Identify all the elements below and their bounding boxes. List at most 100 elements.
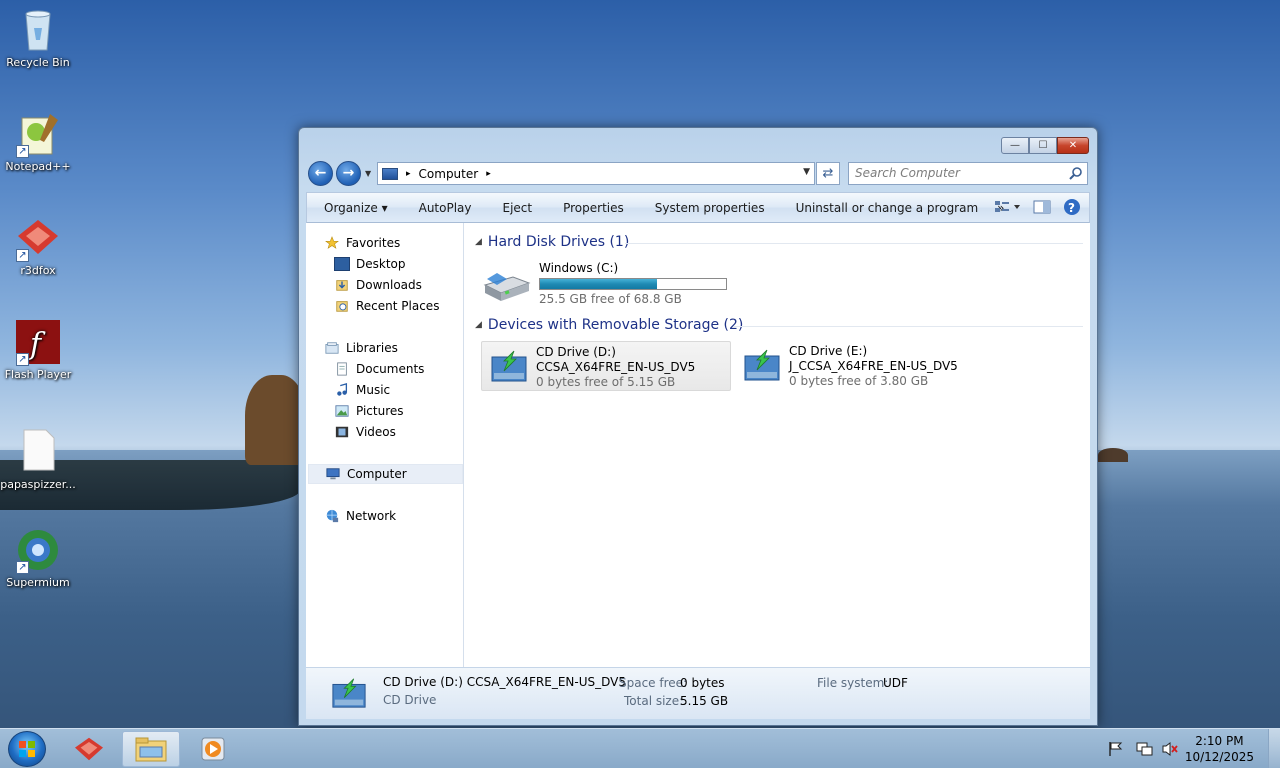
details-total-size: 5.15 GB — [680, 694, 729, 708]
taskbar-media-player[interactable] — [184, 731, 242, 767]
view-controls: ? — [995, 198, 1081, 216]
collapse-arrow-icon[interactable]: ◢ — [475, 237, 482, 247]
group-divider — [733, 326, 1083, 327]
star-icon — [325, 236, 339, 249]
help-icon[interactable]: ? — [1063, 198, 1081, 216]
drive-c-usage-fill — [540, 279, 658, 289]
recent-places-icon — [336, 301, 348, 312]
desktop-icon-papaspizzeria[interactable]: papaspizzer... — [0, 428, 76, 491]
videos-icon — [335, 426, 349, 438]
drive-e-details: CD Drive (E:) J_CCSA_X64FRE_EN-US_DV5 0 … — [789, 344, 958, 389]
system-properties-button[interactable]: System properties — [639, 201, 780, 215]
taskbar: 2:10 PM 10/12/2025 — [0, 728, 1280, 768]
group-header-removable[interactable]: ◢ Devices with Removable Storage (2) — [475, 317, 743, 333]
desktop-wallpaper-rock — [245, 375, 305, 465]
group-header-hdd-label: Hard Disk Drives (1) — [487, 234, 630, 250]
desktop-icon-label: r3dfox — [20, 264, 56, 277]
desktop-icon-label: Supermium — [6, 576, 70, 589]
content-area: ◢ Hard Disk Drives (1) Windows (C:) 25.5… — [465, 223, 1090, 667]
notepad-plus-plus-icon: ↗ — [14, 110, 62, 158]
details-space-free-label: Space free: — [619, 676, 688, 690]
shortcut-arrow-icon: ↗ — [16, 249, 29, 262]
shortcut-arrow-icon: ↗ — [16, 561, 29, 574]
drive-d-name: CD Drive (D:) — [536, 345, 616, 359]
taskbar-explorer[interactable] — [122, 731, 180, 767]
desktop-icon-supermium[interactable]: ↗ Supermium — [0, 526, 76, 589]
details-space-free: 0 bytes — [680, 676, 725, 690]
explorer-pane: Favorites Desktop Downloads Recent Place… — [306, 223, 1090, 667]
uninstall-program-button[interactable]: Uninstall or change a program — [780, 201, 994, 215]
drive-e-name: CD Drive (E:) — [789, 344, 868, 358]
details-fs: UDF — [883, 676, 908, 690]
search-icon[interactable] — [1069, 166, 1083, 180]
drive-c-name: Windows (C:) — [539, 261, 619, 275]
cd-drive-icon — [332, 678, 366, 708]
collapse-arrow-icon[interactable]: ◢ — [475, 320, 482, 330]
action-center-flag-icon[interactable] — [1107, 741, 1125, 757]
nav-computer-label: Computer — [347, 467, 407, 481]
maximize-button[interactable]: ☐ — [1029, 137, 1057, 154]
desktop-icon-label: Notepad++ — [5, 160, 71, 173]
desktop-wallpaper-rock-small — [1098, 448, 1128, 462]
media-player-icon — [201, 737, 225, 761]
start-button[interactable] — [8, 731, 46, 767]
nav-recent-places-label: Recent Places — [356, 299, 440, 313]
nav-computer[interactable]: Computer — [308, 464, 463, 484]
drive-e-free: 0 bytes free of 3.80 GB — [789, 374, 929, 388]
drive-c-tile[interactable]: Windows (C:) 25.5 GB free of 68.8 GB — [483, 261, 733, 311]
address-dropdown[interactable]: ▼ — [803, 167, 810, 177]
nav-network-label: Network — [346, 509, 397, 523]
forward-button[interactable]: → — [336, 161, 361, 186]
desktop-icon-recycle-bin[interactable]: Recycle Bin — [0, 6, 76, 69]
details-type: CD Drive — [383, 693, 437, 707]
desktop-icon-flash-player[interactable]: f ↗ Flash Player — [0, 318, 76, 381]
volume-muted-icon[interactable] — [1161, 741, 1179, 757]
details-total-size-label: Total size: — [624, 694, 684, 708]
breadcrumb-separator[interactable]: ▸ — [406, 169, 411, 179]
desktop-icon-label: Recycle Bin — [6, 56, 70, 69]
documents-icon — [337, 362, 347, 376]
drive-e-tile[interactable]: CD Drive (E:) J_CCSA_X64FRE_EN-US_DV5 0 … — [743, 341, 993, 391]
nav-music-label: Music — [356, 383, 391, 397]
libraries-icon — [325, 342, 339, 354]
drive-d-tile[interactable]: CD Drive (D:) CCSA_X64FRE_EN-US_DV5 0 by… — [481, 341, 731, 391]
nav-pictures-label: Pictures — [356, 404, 404, 418]
r3dfox-icon — [75, 737, 103, 761]
navigation-pane: Favorites Desktop Downloads Recent Place… — [306, 223, 464, 667]
breadcrumb-computer[interactable]: Computer — [419, 167, 479, 181]
back-button[interactable]: ← — [308, 161, 333, 186]
close-button[interactable]: ✕ — [1057, 137, 1089, 154]
desktop-icon-notepad-plus-plus[interactable]: ↗ Notepad++ — [0, 110, 76, 173]
group-divider — [625, 243, 1083, 244]
cd-drive-icon — [744, 349, 780, 381]
taskbar-r3dfox[interactable] — [60, 731, 118, 767]
clock[interactable]: 2:10 PM 10/12/2025 — [1185, 733, 1254, 765]
show-desktop-button[interactable] — [1268, 729, 1280, 768]
nav-libraries[interactable]: Libraries — [324, 338, 479, 358]
change-view-icon[interactable] — [995, 200, 1021, 214]
organize-button[interactable]: Organize ▾ — [307, 201, 403, 215]
explorer-window: — ☐ ✕ ← → ▼ ▸ Computer ▸ ▼ ⇄ Search Comp… — [298, 127, 1098, 726]
details-pane: CD Drive (D:) CCSA_X64FRE_EN-US_DV5 CD D… — [306, 667, 1090, 719]
details-fs-label: File system: — [817, 676, 889, 690]
autoplay-button[interactable]: AutoPlay — [403, 201, 487, 215]
recent-pages-dropdown[interactable]: ▼ — [365, 169, 371, 178]
desktop-icon-label: papaspizzer... — [0, 478, 76, 491]
computer-icon — [326, 468, 340, 480]
minimize-button[interactable]: — — [1001, 137, 1029, 154]
search-input[interactable]: Search Computer — [848, 162, 1088, 185]
nav-libraries-label: Libraries — [346, 341, 398, 355]
preview-pane-icon[interactable] — [1033, 200, 1051, 214]
network-status-icon[interactable] — [1135, 741, 1153, 757]
properties-button[interactable]: Properties — [547, 201, 639, 215]
drive-c-usage-bar — [539, 278, 727, 290]
eject-button[interactable]: Eject — [487, 201, 548, 215]
nav-favorites[interactable]: Favorites — [324, 233, 479, 253]
nav-network[interactable]: Network — [324, 506, 479, 526]
breadcrumb-separator[interactable]: ▸ — [486, 169, 491, 179]
group-header-hdd[interactable]: ◢ Hard Disk Drives (1) — [475, 234, 629, 250]
window-controls: — ☐ ✕ — [1001, 137, 1089, 154]
desktop-icon-r3dfox[interactable]: ↗ r3dfox — [0, 214, 76, 277]
refresh-button[interactable]: ⇄ — [816, 162, 840, 185]
address-bar[interactable]: ▸ Computer ▸ ▼ — [377, 162, 815, 185]
